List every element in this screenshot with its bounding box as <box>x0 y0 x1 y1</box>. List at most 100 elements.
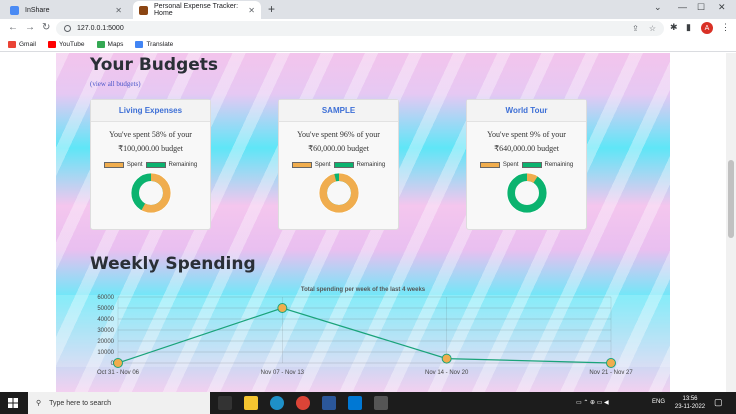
maximize-icon[interactable]: ☐ <box>697 2 705 13</box>
budget-name[interactable]: Living Expenses <box>91 100 210 122</box>
taskbar-clock[interactable]: 13:56 23-11-2022 <box>672 395 708 411</box>
side-panel-icon[interactable]: ▮ <box>686 22 691 33</box>
budget-card: SAMPLE You've spent 96% of your ₹60,000.0… <box>278 99 399 230</box>
chart-title: Total spending per week of the last 4 we… <box>301 287 426 293</box>
page-viewport: Your Budgets (view all budgets) Living E… <box>0 53 726 392</box>
tray-icons[interactable]: ▭ ⌃ ⊕ ▭ ◀ <box>576 399 609 406</box>
budget-name[interactable]: World Tour <box>467 100 586 122</box>
minimize-icon[interactable]: — <box>678 2 687 12</box>
address-bar[interactable]: 127.0.0.1:5000 ⇪ ☆ <box>56 21 664 36</box>
budget-spent-text: You've spent 9% of your <box>487 130 566 139</box>
budget-spent-text: You've spent 96% of your <box>297 130 380 139</box>
back-icon[interactable]: ← <box>8 22 18 33</box>
weekly-spending-heading: Weekly Spending <box>90 254 256 274</box>
page-scrollbar[interactable] <box>726 53 736 392</box>
bookmark-star-icon[interactable]: ☆ <box>649 24 656 33</box>
menu-icon[interactable]: ⋮ <box>721 22 730 33</box>
budget-legend: Spent Remaining <box>91 162 210 168</box>
tab-inshare[interactable]: InShare ✕ <box>4 1 128 19</box>
reload-icon[interactable]: ↻ <box>42 22 50 33</box>
data-point[interactable] <box>277 303 288 313</box>
vscode-icon[interactable] <box>348 396 362 410</box>
y-tick-label: 20000 <box>97 339 114 345</box>
windows-taskbar: ⚲ Type here to search ▭ ⌃ ⊕ ▭ ◀ ENG 13:5… <box>0 392 736 414</box>
y-tick-label: 10000 <box>97 350 114 356</box>
budget-amount-text: ₹100,000.00 budget <box>118 144 183 153</box>
tab-search-icon[interactable]: ⌄ <box>654 2 662 13</box>
language-indicator[interactable]: ENG <box>652 399 665 405</box>
y-tick-label: 40000 <box>97 317 114 323</box>
notifications-icon[interactable]: ▢ <box>714 397 723 408</box>
y-tick-label: 50000 <box>97 306 114 312</box>
taskbar-search[interactable]: ⚲ Type here to search <box>28 392 210 414</box>
windows-start-icon[interactable] <box>8 398 18 408</box>
inshare-favicon-icon <box>10 5 19 15</box>
edge-icon[interactable] <box>270 396 284 410</box>
budget-card: World Tour You've spent 9% of your ₹640,0… <box>466 99 587 230</box>
x-tick-label: Nov 07 - Nov 13 <box>261 370 305 376</box>
budget-donut-chart <box>506 172 547 214</box>
budget-donut-chart <box>318 172 359 214</box>
tab-title: InShare <box>25 6 50 14</box>
legend-spent-label: Spent <box>126 162 143 168</box>
weekly-spending-chart: Total spending per week of the last 4 we… <box>56 287 670 376</box>
budget-spent-text: You've spent 58% of your <box>109 130 192 139</box>
y-tick-label: 30000 <box>97 328 114 334</box>
data-point[interactable] <box>606 358 616 368</box>
budgets-heading: Your Budgets <box>90 55 219 75</box>
data-point[interactable] <box>441 353 452 364</box>
remaining-swatch <box>145 162 166 168</box>
legend-remaining-label: Remaining <box>544 162 574 168</box>
budget-name[interactable]: SAMPLE <box>279 100 398 122</box>
legend-spent-label: Spent <box>314 162 331 168</box>
spent-swatch <box>291 162 312 168</box>
legend-spent-label: Spent <box>502 162 519 168</box>
forward-icon[interactable]: → <box>25 22 35 33</box>
legend-remaining-label: Remaining <box>168 162 198 168</box>
gmail-icon <box>8 41 16 48</box>
bookmark-maps[interactable]: Maps <box>96 41 123 48</box>
task-view-icon[interactable] <box>218 396 232 410</box>
y-tick-label: 60000 <box>97 295 114 301</box>
budget-legend: Spent Remaining <box>467 162 586 168</box>
expense-favicon-icon <box>139 5 148 15</box>
bookmark-youtube[interactable]: YouTube <box>47 41 85 48</box>
bookmark-gmail[interactable]: Gmail <box>8 41 36 48</box>
remaining-swatch <box>521 162 542 168</box>
translate-icon <box>135 41 144 48</box>
legend-remaining-label: Remaining <box>356 162 386 168</box>
close-tab-icon[interactable]: ✕ <box>115 6 122 15</box>
profile-avatar[interactable]: A <box>701 22 713 34</box>
budget-card: Living Expenses You've spent 58% of your… <box>90 99 211 230</box>
share-icon[interactable]: ⇪ <box>632 24 639 33</box>
bookmark-translate[interactable]: Translate <box>135 41 173 48</box>
url-text: 127.0.0.1:5000 <box>77 25 124 32</box>
browser-toolbar: ← → ↻ 127.0.0.1:5000 ⇪ ☆ ✱ ▮ ⋮ <box>0 19 736 38</box>
tab-expense-tracker[interactable]: Personal Expense Tracker: Home ✕ <box>133 1 261 19</box>
extensions-icon[interactable]: ✱ <box>670 22 678 33</box>
remaining-swatch <box>333 162 354 168</box>
budget-legend: Spent Remaining <box>279 162 398 168</box>
spent-slice <box>318 173 359 213</box>
tab-strip: InShare ✕ Personal Expense Tracker: Home… <box>0 0 736 19</box>
photos-icon[interactable] <box>374 396 388 410</box>
search-icon: ⚲ <box>36 400 42 407</box>
chrome-icon[interactable] <box>296 396 310 410</box>
budget-donut-chart <box>130 172 171 214</box>
site-info-icon[interactable] <box>64 25 71 32</box>
close-tab-icon[interactable]: ✕ <box>248 6 255 15</box>
data-point[interactable] <box>113 358 123 368</box>
youtube-icon <box>47 41 56 48</box>
maps-icon <box>96 41 105 48</box>
close-window-icon[interactable]: ✕ <box>718 2 726 13</box>
budget-amount-text: ₹60,000.00 budget <box>308 144 369 153</box>
view-all-budgets-link[interactable]: (view all budgets) <box>90 80 141 88</box>
budget-amount-text: ₹640,000.00 budget <box>494 144 559 153</box>
bookmarks-bar: Gmail YouTube Maps Translate <box>0 38 736 52</box>
new-tab-icon[interactable]: + <box>268 2 275 16</box>
remaining-slice <box>506 173 547 213</box>
scrollbar-thumb[interactable] <box>728 160 734 238</box>
x-tick-label: Oct 31 - Nov 06 <box>97 370 140 376</box>
word-icon[interactable] <box>322 396 336 410</box>
file-explorer-icon[interactable] <box>244 396 258 410</box>
